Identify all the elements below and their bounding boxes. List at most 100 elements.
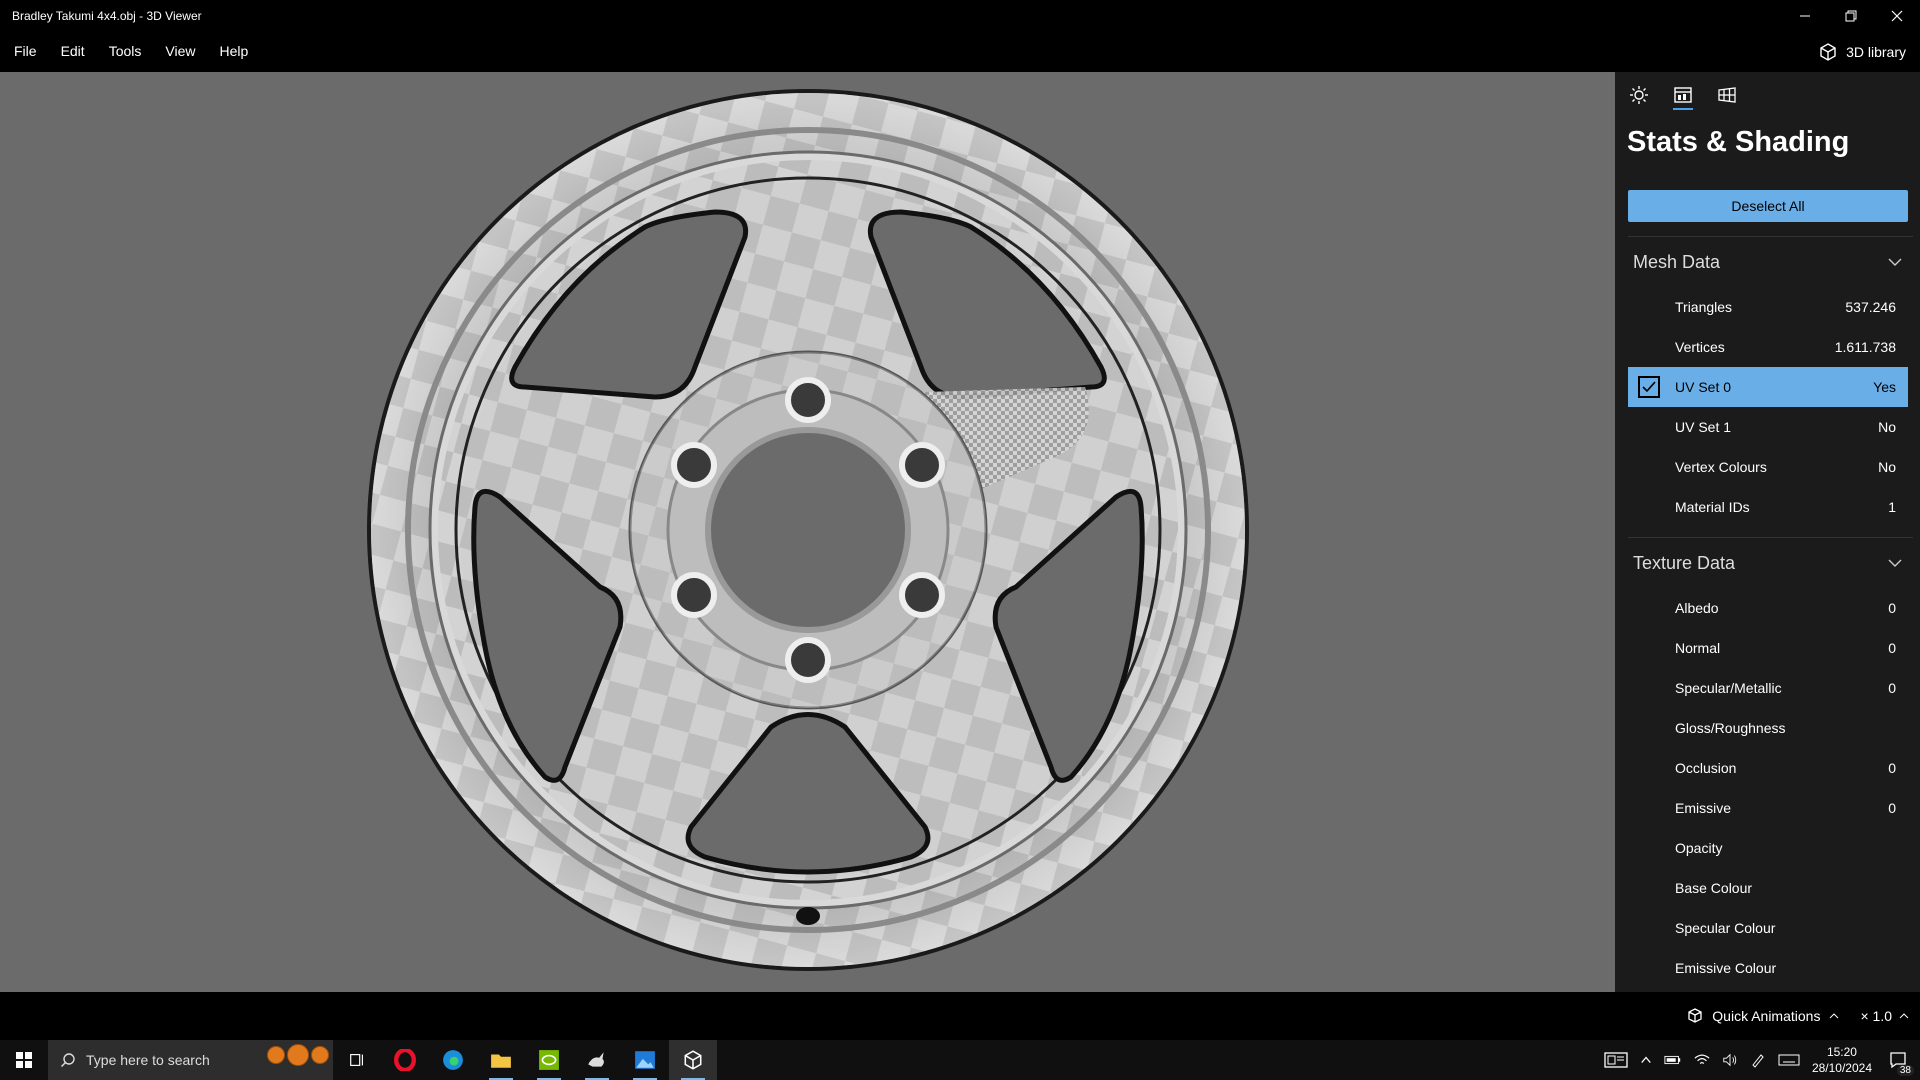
quick-animations-button[interactable]: Quick Animations — [1686, 1007, 1840, 1025]
3d-viewer-app[interactable] — [669, 1040, 717, 1080]
task-view-button[interactable] — [333, 1040, 381, 1080]
keyboard-icon[interactable] — [1778, 1053, 1800, 1067]
mesh-row-material-ids[interactable]: Material IDs 1 — [1628, 487, 1908, 527]
mesh-row-vertices[interactable]: Vertices 1.611.738 — [1628, 327, 1908, 367]
menu-help[interactable]: Help — [207, 31, 260, 72]
3d-library-label: 3D library — [1846, 43, 1906, 60]
texture-row-gloss-roughness[interactable]: Gloss/Roughness — [1628, 708, 1908, 748]
speed-control[interactable]: × 1.0 — [1860, 1008, 1910, 1024]
rhino-app[interactable] — [573, 1040, 621, 1080]
row-label: Occlusion — [1675, 760, 1737, 776]
row-value: Yes — [1873, 379, 1896, 395]
volume-icon[interactable] — [1722, 1053, 1738, 1067]
task-view-icon — [350, 1054, 363, 1066]
row-label: Normal — [1675, 640, 1721, 656]
taskbar-search[interactable]: Type here to search — [48, 1040, 333, 1080]
file-explorer-app[interactable] — [477, 1040, 525, 1080]
mesh-data-header[interactable]: Mesh Data — [1615, 237, 1920, 287]
menu-edit[interactable]: Edit — [49, 31, 97, 72]
wheel-model[interactable] — [365, 87, 1251, 973]
opera-app[interactable] — [381, 1040, 429, 1080]
texture-row-specular-metallic[interactable]: Specular/Metallic 0 — [1628, 668, 1908, 708]
mesh-row-uv-set-1[interactable]: UV Set 1 No — [1628, 407, 1908, 447]
uv-set-0-checkbox[interactable] — [1638, 376, 1660, 398]
notification-center-button[interactable]: 38 — [1884, 1046, 1914, 1076]
texture-data-header[interactable]: Texture Data — [1615, 538, 1920, 588]
texture-row-occlusion[interactable]: Occlusion 0 — [1628, 748, 1908, 788]
texture-row-opacity[interactable]: Opacity — [1628, 828, 1908, 868]
row-value: 0 — [1888, 600, 1896, 616]
deselect-all-button[interactable]: Deselect All — [1628, 190, 1908, 222]
sun-icon — [1630, 86, 1648, 104]
search-icon — [61, 1053, 75, 1067]
news-icon[interactable] — [1604, 1051, 1628, 1069]
menu-bar: File Edit Tools View Help 3D library — [0, 31, 1920, 72]
row-value: No — [1878, 459, 1896, 475]
clock-time: 15:20 — [1826, 1045, 1857, 1059]
notification-count: 38 — [1896, 1065, 1914, 1076]
windows-icon — [16, 1052, 32, 1068]
texture-row-base-colour[interactable]: Base Colour — [1628, 868, 1908, 908]
rhino-icon — [588, 1052, 604, 1067]
minimize-button[interactable] — [1782, 0, 1828, 31]
texture-row-albedo[interactable]: Albedo 0 — [1628, 588, 1908, 628]
wifi-icon[interactable] — [1694, 1053, 1710, 1067]
row-value: 537.246 — [1845, 299, 1896, 315]
grid-icon — [1718, 87, 1736, 103]
texture-row-emissive-colour[interactable]: Emissive Colour — [1628, 948, 1908, 988]
row-value: 0 — [1888, 680, 1896, 696]
panel-tabs — [1615, 72, 1920, 118]
quick-animations-label: Quick Animations — [1712, 1008, 1821, 1024]
search-highlight-image — [267, 1044, 329, 1066]
3d-library-button[interactable]: 3D library — [1818, 31, 1906, 72]
row-label: Albedo — [1675, 600, 1719, 616]
tab-grid[interactable] — [1715, 80, 1739, 110]
chevron-up-icon[interactable] — [1640, 1054, 1652, 1066]
chevron-down-icon — [1888, 258, 1902, 266]
stats-icon — [1674, 87, 1692, 103]
cube-icon — [1820, 42, 1836, 61]
tab-stats-shading[interactable] — [1671, 80, 1695, 110]
mesh-row-uv-set-0[interactable]: UV Set 0 Yes — [1628, 367, 1908, 407]
nvidia-app[interactable] — [525, 1040, 573, 1080]
menu-view[interactable]: View — [153, 31, 207, 72]
photos-app[interactable] — [621, 1040, 669, 1080]
mesh-data-title: Mesh Data — [1633, 251, 1721, 272]
chevron-up-icon — [1830, 1013, 1839, 1019]
mesh-row-vertex-colours[interactable]: Vertex Colours No — [1628, 447, 1908, 487]
edge-app[interactable] — [429, 1040, 477, 1080]
panel-title: Stats & Shading — [1627, 126, 1850, 158]
row-value: 0 — [1888, 640, 1896, 656]
row-label: Triangles — [1675, 299, 1733, 315]
3d-viewport[interactable] — [0, 72, 1615, 992]
restore-icon — [1845, 10, 1857, 21]
row-label: UV Set 0 — [1675, 379, 1732, 395]
start-button[interactable] — [0, 1040, 48, 1080]
row-value: No — [1878, 419, 1896, 435]
row-label: Material IDs — [1675, 499, 1750, 515]
row-label: Specular/Metallic — [1675, 680, 1782, 696]
status-bar: Quick Animations × 1.0 — [0, 992, 1920, 1040]
chevron-up-icon — [1899, 1013, 1909, 1019]
system-tray: 15:20 28/10/2024 38 — [1604, 1044, 1920, 1076]
minimize-icon — [1800, 15, 1810, 16]
texture-row-specular-colour[interactable]: Specular Colour — [1628, 908, 1908, 948]
menu-file[interactable]: File — [0, 31, 49, 72]
menu-tools[interactable]: Tools — [97, 31, 154, 72]
chevron-down-icon — [1888, 559, 1902, 567]
row-label: Vertices — [1675, 339, 1725, 355]
row-label: Specular Colour — [1675, 920, 1776, 936]
pen-icon[interactable] — [1750, 1052, 1766, 1068]
clock[interactable]: 15:20 28/10/2024 — [1812, 1044, 1872, 1076]
tab-lighting[interactable] — [1627, 80, 1651, 110]
row-value: 0 — [1888, 800, 1896, 816]
restore-button[interactable] — [1828, 0, 1874, 31]
battery-icon[interactable] — [1664, 1053, 1682, 1067]
row-label: Opacity — [1675, 840, 1723, 856]
texture-row-emissive[interactable]: Emissive 0 — [1628, 788, 1908, 828]
mesh-row-triangles[interactable]: Triangles 537.246 — [1628, 287, 1908, 327]
close-button[interactable] — [1874, 0, 1920, 31]
texture-row-normal[interactable]: Normal 0 — [1628, 628, 1908, 668]
speed-value: × 1.0 — [1860, 1008, 1892, 1024]
nvidia-icon — [539, 1050, 559, 1070]
